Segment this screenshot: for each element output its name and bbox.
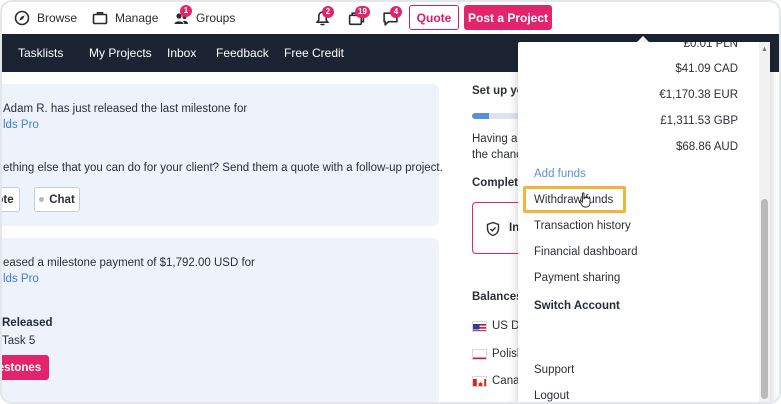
feed-card-payment: eased a milestone payment of $1,792.00 U… <box>2 238 439 402</box>
balance-aud-amount: $68.86 AUD <box>675 141 738 153</box>
projects-badge: 19 <box>355 6 370 18</box>
complete-title: Complete <box>472 177 525 189</box>
quote-button[interactable]: Quote <box>409 5 459 30</box>
browse-label: Browse <box>37 11 78 25</box>
setup-title: Set up yo <box>472 85 524 97</box>
financial-dashboard-link[interactable]: Financial dashboard <box>534 246 638 258</box>
browse-link[interactable]: Browse <box>14 2 77 34</box>
manage-link[interactable]: Manage <box>92 2 158 34</box>
balances-title: Balances <box>472 291 523 303</box>
payment-sharing-link[interactable]: Payment sharing <box>534 272 620 284</box>
card2-milestones-button[interactable]: estones <box>2 355 49 380</box>
projects-button[interactable]: 19 <box>345 6 370 28</box>
card1-message: Adam R. has just released the last miles… <box>3 103 248 115</box>
account-dropdown: £0.01 PLN $41.09 CAD €1,170.38 EUR £1,31… <box>518 42 770 402</box>
manage-label: Manage <box>115 11 159 25</box>
card1-chat-label: Chat <box>49 193 75 206</box>
pl-flag-icon <box>472 349 487 360</box>
card1-quote-button[interactable]: ote <box>2 187 20 212</box>
groups-label: Groups <box>196 11 236 25</box>
groups-badge: 1 <box>180 5 192 17</box>
nav-feedback[interactable]: Feedback <box>216 34 269 72</box>
card1-suggestion: ething else that you can do for your cli… <box>3 162 443 174</box>
post-project-button[interactable]: Post a Project <box>464 5 552 30</box>
hand-cursor-icon <box>579 192 591 208</box>
add-funds-link[interactable]: Add funds <box>534 168 586 180</box>
transaction-history-link[interactable]: Transaction history <box>534 220 631 232</box>
shield-check-icon <box>486 221 500 237</box>
setup-progress-bar <box>472 113 520 119</box>
dropdown-scrollbar-thumb[interactable] <box>761 199 768 399</box>
balance-pln-amount: £0.01 PLN <box>683 42 738 50</box>
nav-tasklists[interactable]: Tasklists <box>18 34 63 72</box>
nav-free-credit[interactable]: Free Credit <box>284 34 344 72</box>
card2-task: Task 5 <box>2 335 36 347</box>
card2-status: Released <box>2 317 53 329</box>
nav-inbox[interactable]: Inbox <box>167 34 196 72</box>
balance-gbp-amount: £1,311.53 GBP <box>660 115 738 127</box>
feed-card-milestone: Adam R. has just released the last miles… <box>2 84 443 226</box>
complete-task-card[interactable]: In <box>472 202 522 254</box>
switch-account-link[interactable]: Switch Account <box>534 300 620 312</box>
card1-project-link[interactable]: lds Pro <box>3 119 39 131</box>
card2-message: eased a milestone payment of $1,792.00 U… <box>3 257 255 269</box>
nav-my-projects[interactable]: My Projects <box>89 34 152 72</box>
setup-description-1: Having a <box>472 133 518 145</box>
logout-link[interactable]: Logout <box>534 390 569 402</box>
scroll-up-arrow-icon[interactable]: ▲ <box>759 44 770 54</box>
card1-chat-button[interactable]: Chat <box>34 187 80 212</box>
app-window: Browse Manage Groups 1 2 19 4 Quote Post… <box>0 0 781 404</box>
presence-dot-icon <box>39 197 45 202</box>
support-link[interactable]: Support <box>534 364 574 376</box>
messages-button[interactable]: 4 <box>379 6 402 28</box>
ca-flag-icon <box>472 376 487 387</box>
setup-progress-fill <box>472 113 489 119</box>
briefcase-icon <box>92 12 108 25</box>
top-bar: Browse Manage Groups 1 2 19 4 Quote Post… <box>2 2 779 34</box>
us-flag-icon <box>472 321 487 332</box>
balance-eur-amount: €1,170.38 EUR <box>659 89 738 101</box>
balance-cad-amount: $41.09 CAD <box>675 63 738 75</box>
notifications-button[interactable]: 2 <box>311 6 334 28</box>
setup-description-2: the chanc <box>472 149 522 161</box>
groups-link[interactable]: Groups 1 <box>173 2 235 34</box>
card2-project-link[interactable]: lds Pro <box>3 273 39 285</box>
messages-badge: 4 <box>390 6 402 18</box>
withdraw-funds-highlight <box>523 186 626 213</box>
compass-icon <box>14 10 30 26</box>
notifications-badge: 2 <box>322 6 334 18</box>
